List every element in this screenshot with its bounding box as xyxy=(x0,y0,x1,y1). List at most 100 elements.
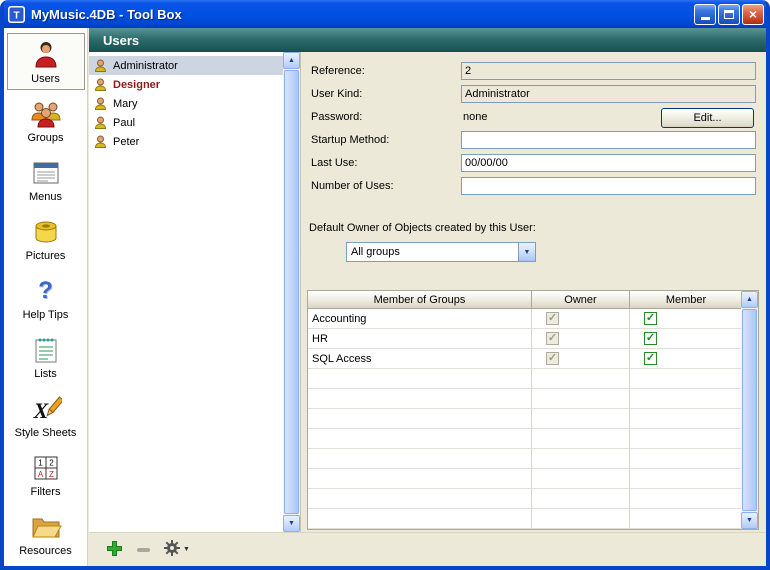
gear-icon xyxy=(164,540,180,559)
user-kind-field: Administrator xyxy=(461,85,756,103)
chevron-down-icon[interactable]: ▼ xyxy=(518,243,535,261)
style-sheets-icon: X xyxy=(29,392,63,426)
column-header-member[interactable]: Member xyxy=(630,291,743,308)
last-use-input[interactable] xyxy=(461,154,756,172)
app-icon: T xyxy=(8,6,25,23)
users-icon xyxy=(29,38,63,72)
user-row[interactable]: Mary xyxy=(89,94,283,113)
window-body: Users Groups Menus Pictures xyxy=(4,28,766,566)
user-icon xyxy=(94,59,107,72)
user-name: Paul xyxy=(113,117,135,129)
empty-row xyxy=(308,489,758,509)
group-name: SQL Access xyxy=(308,349,532,368)
actions-menu-button[interactable]: ▼ xyxy=(164,540,190,559)
user-row[interactable]: Peter xyxy=(89,132,283,151)
empty-row xyxy=(308,409,758,429)
sidebar-item-style-sheets[interactable]: X Style Sheets xyxy=(7,387,85,444)
member-checkbox[interactable]: ✓ xyxy=(644,312,657,325)
close-icon: × xyxy=(749,6,757,22)
user-name: Designer xyxy=(113,79,160,91)
user-icon xyxy=(94,116,107,129)
last-use-label: Last Use: xyxy=(311,157,357,169)
column-header-groups[interactable]: Member of Groups xyxy=(308,291,532,308)
table-row[interactable]: HR ✓ ✓ xyxy=(308,329,758,349)
sidebar-item-label: Groups xyxy=(27,132,63,144)
group-name: Accounting xyxy=(308,309,532,328)
user-detail-form: Reference: 2 User Kind: Administrator Pa… xyxy=(301,52,766,532)
sidebar-item-resources[interactable]: Resources xyxy=(7,505,85,562)
sidebar-item-groups[interactable]: Groups xyxy=(7,92,85,149)
member-checkbox[interactable]: ✓ xyxy=(644,332,657,345)
password-value: none xyxy=(463,111,487,123)
sidebar-item-label: Style Sheets xyxy=(15,427,77,439)
user-icon xyxy=(94,135,107,148)
member-checkbox[interactable]: ✓ xyxy=(644,352,657,365)
svg-text:X: X xyxy=(32,398,49,423)
owner-checkbox: ✓ xyxy=(546,332,559,345)
sidebar-item-lists[interactable]: Lists xyxy=(7,328,85,385)
user-row[interactable]: Designer xyxy=(89,75,283,94)
sidebar-item-label: Users xyxy=(31,73,60,85)
svg-text:A: A xyxy=(37,470,43,479)
owner-checkbox: ✓ xyxy=(546,312,559,325)
plus-icon xyxy=(106,540,123,560)
window-title: MyMusic.4DB - Tool Box xyxy=(31,7,694,22)
scroll-up-icon[interactable]: ▲ xyxy=(741,291,758,308)
groups-icon xyxy=(29,97,63,131)
section-title: Users xyxy=(103,33,139,48)
lists-icon xyxy=(29,333,63,367)
default-owner-label: Default Owner of Objects created by this… xyxy=(309,222,536,234)
table-header: Member of Groups Owner Member xyxy=(308,291,758,309)
group-name: HR xyxy=(308,329,532,348)
sidebar-item-label: Pictures xyxy=(26,250,66,262)
table-scrollbar[interactable]: ▲ ▼ xyxy=(741,291,758,529)
sidebar-item-label: Filters xyxy=(31,486,61,498)
svg-text:2: 2 xyxy=(49,459,54,468)
user-list-scrollbar[interactable]: ▲ ▼ xyxy=(283,52,300,532)
maximize-icon xyxy=(724,10,734,19)
scrollbar-thumb[interactable] xyxy=(284,70,299,514)
sidebar-item-help-tips[interactable]: ? Help Tips xyxy=(7,269,85,326)
close-button[interactable]: × xyxy=(742,4,764,25)
scroll-up-icon[interactable]: ▲ xyxy=(283,52,300,69)
resources-icon xyxy=(29,510,63,544)
minimize-button[interactable] xyxy=(694,4,716,25)
scroll-down-icon[interactable]: ▼ xyxy=(741,512,758,529)
sidebar-item-filters[interactable]: 12AZ Filters xyxy=(7,446,85,503)
sidebar-item-menus[interactable]: Menus xyxy=(7,151,85,208)
scrollbar-thumb[interactable] xyxy=(742,309,757,511)
pictures-icon xyxy=(29,215,63,249)
table-row[interactable]: SQL Access ✓ ✓ xyxy=(308,349,758,369)
startup-method-input[interactable] xyxy=(461,131,756,149)
default-owner-select[interactable]: All groups ▼ xyxy=(346,242,536,262)
empty-row xyxy=(308,389,758,409)
user-name: Peter xyxy=(113,136,139,148)
edit-password-button[interactable]: Edit... xyxy=(661,108,754,128)
sidebar-item-label: Lists xyxy=(34,368,57,380)
scroll-down-icon[interactable]: ▼ xyxy=(283,515,300,532)
sidebar-item-label: Menus xyxy=(29,191,62,203)
sidebar-item-users[interactable]: Users xyxy=(7,33,85,90)
bottom-toolbar: ▼ xyxy=(89,532,766,566)
user-row[interactable]: Paul xyxy=(89,113,283,132)
titlebar[interactable]: T MyMusic.4DB - Tool Box × xyxy=(0,0,770,28)
sidebar-item-pictures[interactable]: Pictures xyxy=(7,210,85,267)
user-kind-label: User Kind: xyxy=(311,88,362,100)
add-user-button[interactable] xyxy=(106,540,123,560)
user-name: Administrator xyxy=(113,60,178,72)
empty-row xyxy=(308,469,758,489)
remove-user-button[interactable] xyxy=(137,548,150,552)
chevron-down-icon: ▼ xyxy=(183,546,190,553)
user-row[interactable]: Administrator xyxy=(89,56,283,75)
main-panel: Users Administrator Designer Mary xyxy=(89,28,766,566)
column-header-owner[interactable]: Owner xyxy=(532,291,630,308)
maximize-button[interactable] xyxy=(718,4,740,25)
empty-row xyxy=(308,449,758,469)
number-of-uses-input[interactable] xyxy=(461,177,756,195)
filters-icon: 12AZ xyxy=(29,451,63,485)
svg-text:1: 1 xyxy=(38,459,43,468)
svg-text:T: T xyxy=(13,10,19,21)
table-row[interactable]: Accounting ✓ ✓ xyxy=(308,309,758,329)
user-list: Administrator Designer Mary Paul xyxy=(89,52,301,532)
section-header: Users xyxy=(89,28,766,52)
